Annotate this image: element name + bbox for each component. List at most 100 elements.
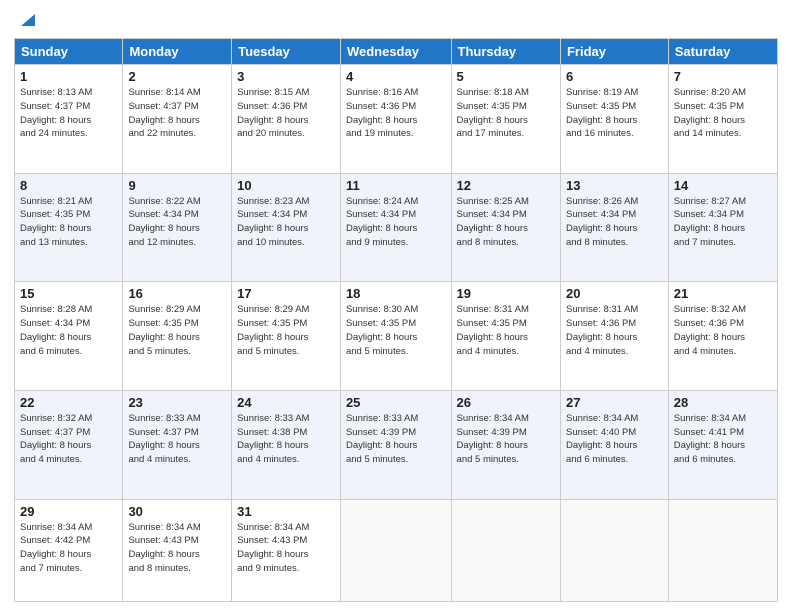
- day-number: 15: [20, 286, 117, 301]
- page-container: SundayMondayTuesdayWednesdayThursdayFrid…: [0, 0, 792, 612]
- day-info: Sunrise: 8:34 AMSunset: 4:40 PMDaylight:…: [566, 412, 663, 467]
- calendar-cell: 26 Sunrise: 8:34 AMSunset: 4:39 PMDayligh…: [451, 390, 560, 499]
- calendar-cell: [340, 499, 451, 601]
- day-number: 30: [128, 504, 226, 519]
- day-number: 10: [237, 178, 335, 193]
- calendar-cell: [451, 499, 560, 601]
- day-info: Sunrise: 8:13 AMSunset: 4:37 PMDaylight:…: [20, 86, 117, 141]
- day-number: 6: [566, 69, 663, 84]
- day-number: 26: [457, 395, 555, 410]
- calendar-cell: 15 Sunrise: 8:28 AMSunset: 4:34 PMDayligh…: [15, 282, 123, 391]
- calendar-cell: 28Sunrise: 8:34 AMSunset: 4:41 PMDayligh…: [668, 390, 777, 499]
- day-info: Sunrise: 8:33 AMSunset: 4:38 PMDaylight:…: [237, 412, 335, 467]
- day-info: Sunrise: 8:26 AMSunset: 4:34 PMDaylight:…: [566, 195, 663, 250]
- day-info: Sunrise: 8:34 AMSunset: 4:42 PMDaylight:…: [20, 521, 117, 576]
- calendar-cell: 31 Sunrise: 8:34 AMSunset: 4:43 PMDayligh…: [232, 499, 341, 601]
- calendar-cell: 2Sunrise: 8:14 AMSunset: 4:37 PMDaylight…: [123, 65, 232, 174]
- calendar-cell: 30 Sunrise: 8:34 AMSunset: 4:43 PMDayligh…: [123, 499, 232, 601]
- day-number: 22: [20, 395, 117, 410]
- calendar-header-row: SundayMondayTuesdayWednesdayThursdayFrid…: [15, 39, 778, 65]
- day-number: 5: [457, 69, 555, 84]
- calendar-cell: 9 Sunrise: 8:22 AMSunset: 4:34 PMDaylight…: [123, 173, 232, 282]
- calendar-cell: 12 Sunrise: 8:25 AMSunset: 4:34 PMDayligh…: [451, 173, 560, 282]
- calendar-cell: [560, 499, 668, 601]
- day-number: 9: [128, 178, 226, 193]
- day-info: Sunrise: 8:18 AMSunset: 4:35 PMDaylight:…: [457, 86, 555, 141]
- day-info: Sunrise: 8:34 AMSunset: 4:43 PMDaylight:…: [128, 521, 226, 576]
- calendar-cell: 5 Sunrise: 8:18 AMSunset: 4:35 PMDaylight…: [451, 65, 560, 174]
- day-info: Sunrise: 8:34 AMSunset: 4:41 PMDaylight:…: [674, 412, 772, 467]
- day-info: Sunrise: 8:22 AMSunset: 4:34 PMDaylight:…: [128, 195, 226, 250]
- day-number: 19: [457, 286, 555, 301]
- day-info: Sunrise: 8:16 AMSunset: 4:36 PMDaylight:…: [346, 86, 446, 141]
- calendar-header-monday: Monday: [123, 39, 232, 65]
- day-info: Sunrise: 8:29 AMSunset: 4:35 PMDaylight:…: [237, 303, 335, 358]
- day-number: 12: [457, 178, 555, 193]
- day-number: 29: [20, 504, 117, 519]
- calendar-cell: 27 Sunrise: 8:34 AMSunset: 4:40 PMDayligh…: [560, 390, 668, 499]
- day-info: Sunrise: 8:19 AMSunset: 4:35 PMDaylight:…: [566, 86, 663, 141]
- day-number: 24: [237, 395, 335, 410]
- calendar-cell: 18 Sunrise: 8:30 AMSunset: 4:35 PMDayligh…: [340, 282, 451, 391]
- day-info: Sunrise: 8:32 AMSunset: 4:37 PMDaylight:…: [20, 412, 117, 467]
- day-info: Sunrise: 8:34 AMSunset: 4:39 PMDaylight:…: [457, 412, 555, 467]
- day-info: Sunrise: 8:31 AMSunset: 4:36 PMDaylight:…: [566, 303, 663, 358]
- calendar-header-wednesday: Wednesday: [340, 39, 451, 65]
- calendar-header-saturday: Saturday: [668, 39, 777, 65]
- day-number: 21: [674, 286, 772, 301]
- day-number: 20: [566, 286, 663, 301]
- calendar-cell: 22 Sunrise: 8:32 AMSunset: 4:37 PMDayligh…: [15, 390, 123, 499]
- calendar-cell: 13 Sunrise: 8:26 AMSunset: 4:34 PMDayligh…: [560, 173, 668, 282]
- day-info: Sunrise: 8:33 AMSunset: 4:37 PMDaylight:…: [128, 412, 226, 467]
- day-number: 18: [346, 286, 446, 301]
- logo: [14, 10, 39, 30]
- day-number: 11: [346, 178, 446, 193]
- day-info: Sunrise: 8:32 AMSunset: 4:36 PMDaylight:…: [674, 303, 772, 358]
- calendar-cell: 24 Sunrise: 8:33 AMSunset: 4:38 PMDayligh…: [232, 390, 341, 499]
- calendar-cell: 23 Sunrise: 8:33 AMSunset: 4:37 PMDayligh…: [123, 390, 232, 499]
- calendar-cell: 6 Sunrise: 8:19 AMSunset: 4:35 PMDaylight…: [560, 65, 668, 174]
- calendar-header-thursday: Thursday: [451, 39, 560, 65]
- day-number: 4: [346, 69, 446, 84]
- calendar-cell: 11Sunrise: 8:24 AMSunset: 4:34 PMDayligh…: [340, 173, 451, 282]
- calendar-cell: 8 Sunrise: 8:21 AMSunset: 4:35 PMDaylight…: [15, 173, 123, 282]
- calendar-cell: 4 Sunrise: 8:16 AMSunset: 4:36 PMDaylight…: [340, 65, 451, 174]
- day-info: Sunrise: 8:20 AMSunset: 4:35 PMDaylight:…: [674, 86, 772, 141]
- calendar-header-friday: Friday: [560, 39, 668, 65]
- calendar-cell: 21 Sunrise: 8:32 AMSunset: 4:36 PMDayligh…: [668, 282, 777, 391]
- calendar-cell: 7 Sunrise: 8:20 AMSunset: 4:35 PMDaylight…: [668, 65, 777, 174]
- day-number: 8: [20, 178, 117, 193]
- day-number: 16: [128, 286, 226, 301]
- calendar-cell: 1Sunrise: 8:13 AMSunset: 4:37 PMDaylight…: [15, 65, 123, 174]
- calendar-header-sunday: Sunday: [15, 39, 123, 65]
- calendar-header-tuesday: Tuesday: [232, 39, 341, 65]
- day-number: 7: [674, 69, 772, 84]
- day-number: 27: [566, 395, 663, 410]
- day-info: Sunrise: 8:31 AMSunset: 4:35 PMDaylight:…: [457, 303, 555, 358]
- calendar-cell: 10 Sunrise: 8:23 AMSunset: 4:34 PMDayligh…: [232, 173, 341, 282]
- day-info: Sunrise: 8:29 AMSunset: 4:35 PMDaylight:…: [128, 303, 226, 358]
- day-info: Sunrise: 8:21 AMSunset: 4:35 PMDaylight:…: [20, 195, 117, 250]
- day-number: 13: [566, 178, 663, 193]
- calendar-cell: 19 Sunrise: 8:31 AMSunset: 4:35 PMDayligh…: [451, 282, 560, 391]
- day-number: 25: [346, 395, 446, 410]
- day-number: 3: [237, 69, 335, 84]
- day-info: Sunrise: 8:25 AMSunset: 4:34 PMDaylight:…: [457, 195, 555, 250]
- day-number: 31: [237, 504, 335, 519]
- day-number: 14: [674, 178, 772, 193]
- calendar-cell: 25Sunrise: 8:33 AMSunset: 4:39 PMDayligh…: [340, 390, 451, 499]
- day-info: Sunrise: 8:15 AMSunset: 4:36 PMDaylight:…: [237, 86, 335, 141]
- calendar-cell: 14 Sunrise: 8:27 AMSunset: 4:34 PMDayligh…: [668, 173, 777, 282]
- day-number: 2: [128, 69, 226, 84]
- day-info: Sunrise: 8:27 AMSunset: 4:34 PMDaylight:…: [674, 195, 772, 250]
- day-info: Sunrise: 8:23 AMSunset: 4:34 PMDaylight:…: [237, 195, 335, 250]
- calendar-cell: 16 Sunrise: 8:29 AMSunset: 4:35 PMDayligh…: [123, 282, 232, 391]
- day-number: 23: [128, 395, 226, 410]
- day-info: Sunrise: 8:34 AMSunset: 4:43 PMDaylight:…: [237, 521, 335, 576]
- day-info: Sunrise: 8:28 AMSunset: 4:34 PMDaylight:…: [20, 303, 117, 358]
- calendar-table: SundayMondayTuesdayWednesdayThursdayFrid…: [14, 38, 778, 602]
- calendar-cell: 3 Sunrise: 8:15 AMSunset: 4:36 PMDaylight…: [232, 65, 341, 174]
- day-info: Sunrise: 8:30 AMSunset: 4:35 PMDaylight:…: [346, 303, 446, 358]
- calendar-cell: 20 Sunrise: 8:31 AMSunset: 4:36 PMDayligh…: [560, 282, 668, 391]
- calendar-cell: 29 Sunrise: 8:34 AMSunset: 4:42 PMDayligh…: [15, 499, 123, 601]
